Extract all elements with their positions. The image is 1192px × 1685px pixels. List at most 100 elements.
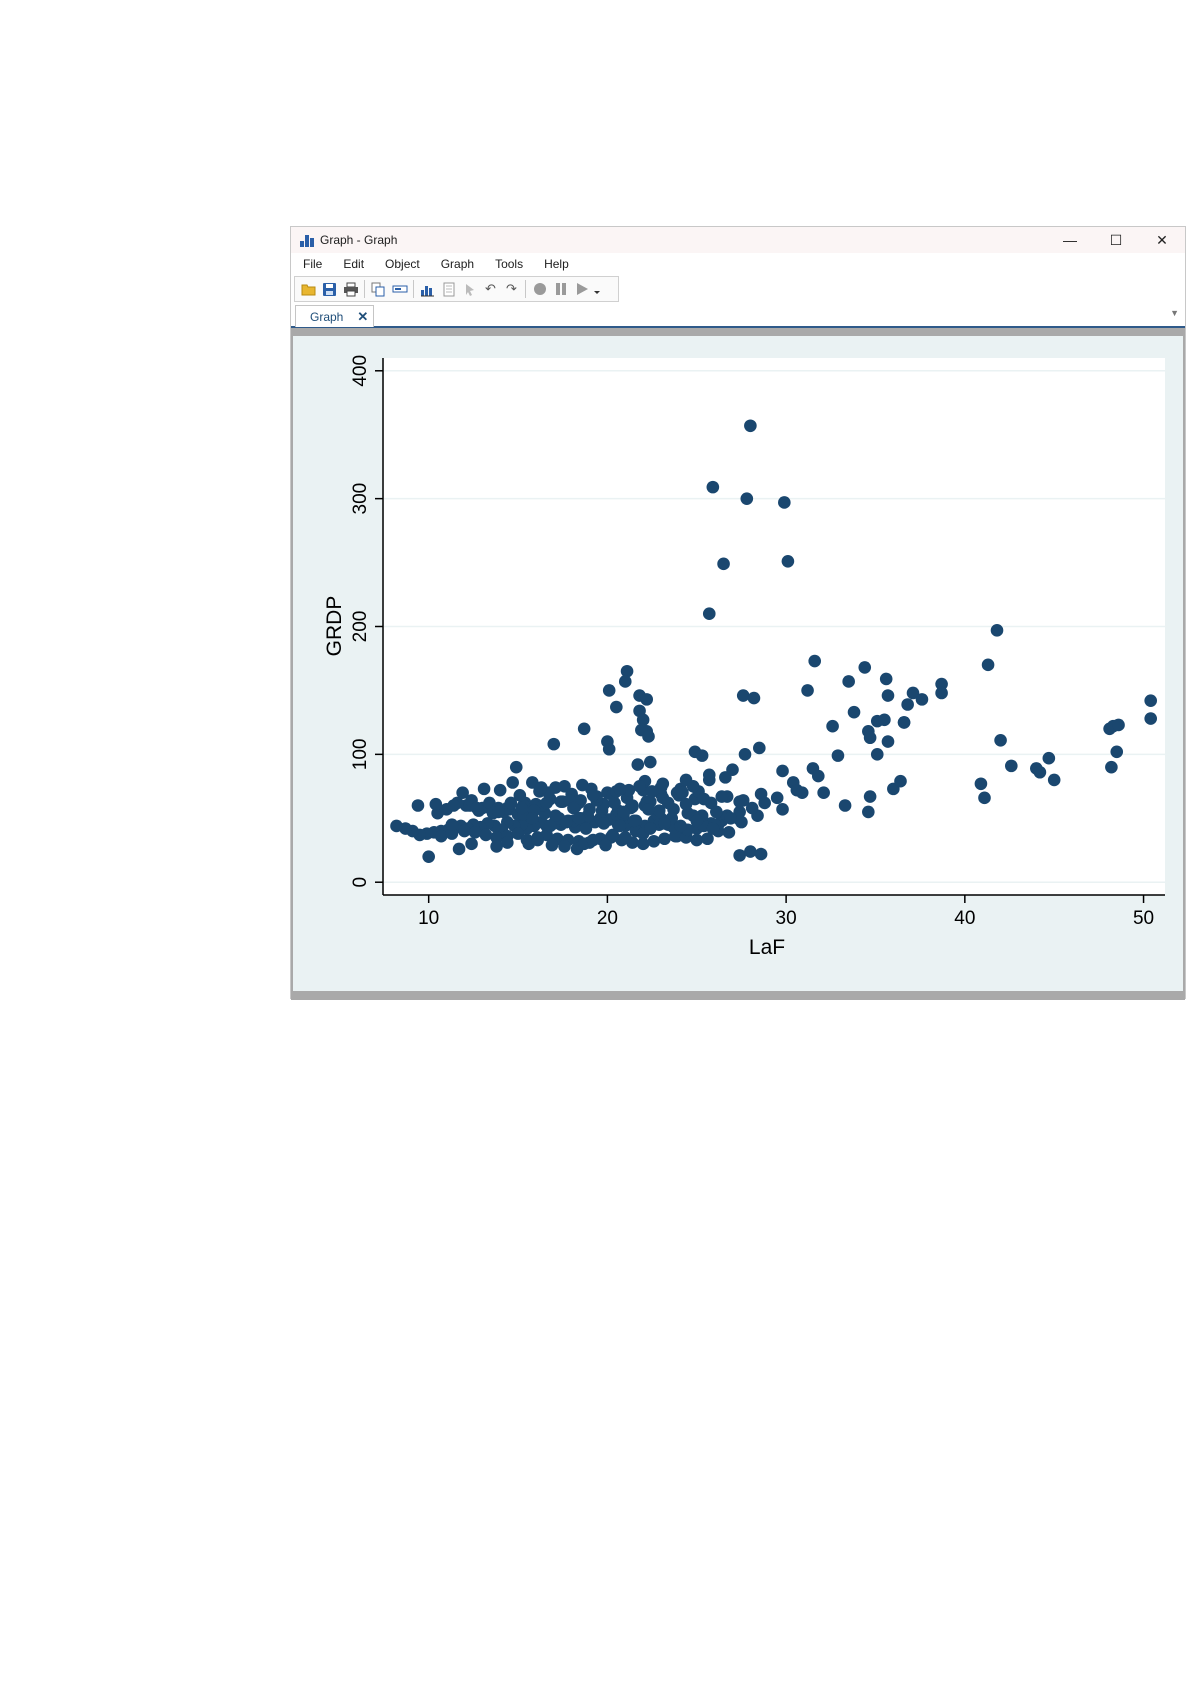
graph-editor-icon[interactable] (417, 279, 438, 299)
scatter-point (633, 780, 646, 793)
scatter-point (534, 781, 548, 794)
scatter-point (445, 818, 459, 831)
scatter-point (547, 737, 561, 751)
browse-icon[interactable] (438, 279, 459, 299)
menu-bar: File Edit Object Graph Tools Help (291, 254, 590, 274)
menu-edit[interactable]: Edit (343, 257, 364, 271)
scatter-point (602, 742, 616, 756)
scatter-point (808, 654, 822, 668)
x-tick-label: 10 (418, 908, 439, 929)
scatter-point (695, 749, 709, 762)
record-icon[interactable] (529, 279, 550, 299)
scatter-point (697, 792, 711, 806)
rename-icon[interactable] (389, 279, 410, 299)
scatter-point (452, 842, 466, 856)
scatter-point (674, 819, 687, 833)
y-tick-label: 300 (350, 483, 371, 515)
title-bar[interactable]: Graph - Graph — ☐ ✕ (291, 227, 1185, 253)
y-tick-label: 200 (350, 611, 371, 643)
scatter-point (770, 791, 784, 805)
scatter-point (458, 824, 471, 838)
scatter-point (1112, 718, 1125, 732)
scatter-point (613, 782, 627, 796)
scatter-point (706, 480, 720, 494)
scatter-point (881, 735, 895, 748)
scatter-point (754, 787, 768, 801)
scatter-point (490, 840, 503, 853)
toolbar-separator (413, 280, 414, 298)
scatter-point (470, 801, 484, 815)
scatter-point (1110, 745, 1124, 759)
pause-icon[interactable] (550, 279, 571, 299)
scatter-point (733, 849, 746, 862)
scatter-point (493, 783, 507, 797)
pointer-icon[interactable] (459, 279, 480, 299)
scatter-point (733, 795, 746, 808)
scatter-point (586, 788, 600, 802)
scatter-point (901, 698, 914, 711)
scatter-point (744, 845, 757, 858)
close-button[interactable]: ✕ (1139, 227, 1185, 253)
scatter-point (610, 700, 623, 714)
toolbar-separator (364, 280, 365, 298)
scatter-point (842, 675, 855, 688)
scatter-point (586, 833, 600, 847)
scatter-point (576, 778, 589, 792)
chevron-down-icon[interactable]: ▼ (1170, 308, 1179, 318)
scatter-point (1105, 760, 1118, 774)
scatter-point (656, 777, 670, 791)
x-axis-title: LaF (749, 936, 785, 959)
scatter-point (1005, 759, 1018, 773)
print-icon[interactable] (340, 279, 361, 299)
tab-graph-label: Graph (310, 309, 344, 324)
scatter-point (515, 801, 528, 815)
scatter-point (506, 776, 519, 789)
scatter-point (479, 828, 493, 842)
scatter-point (597, 817, 611, 830)
scatter-point (817, 786, 830, 800)
scatter-point (640, 693, 654, 706)
scatter-point (434, 829, 448, 843)
scatter-point (747, 691, 761, 705)
scatter-point (572, 811, 586, 825)
scatter-point (661, 796, 675, 810)
menu-object[interactable]: Object (385, 257, 420, 271)
minimize-button[interactable]: — (1047, 227, 1093, 253)
undo-icon[interactable]: ↶ (480, 279, 501, 299)
menu-graph[interactable]: Graph (441, 257, 474, 271)
window-title: Graph - Graph (320, 233, 398, 247)
scatter-point (645, 785, 659, 798)
tab-graph[interactable]: Graph ✕ (295, 305, 374, 327)
graph-window: Graph - Graph — ☐ ✕ File Edit Object Gra… (290, 226, 1186, 1000)
scatter-point (897, 716, 911, 729)
scatter-point (643, 822, 657, 835)
scatter-point (778, 496, 791, 509)
scatter-point (715, 790, 729, 803)
scatter-point (543, 819, 557, 833)
menu-help[interactable]: Help (544, 257, 569, 271)
scatter-point (492, 805, 505, 819)
scatter-point (617, 805, 630, 819)
menu-file[interactable]: File (303, 257, 322, 271)
close-icon[interactable]: ✕ (357, 309, 368, 325)
save-icon[interactable] (319, 279, 340, 299)
scatter-point (870, 748, 884, 761)
scatter-point (642, 730, 655, 743)
dropdown-icon[interactable] (592, 279, 602, 299)
maximize-button[interactable]: ☐ (1093, 227, 1139, 253)
menu-tools[interactable]: Tools (495, 257, 523, 271)
redo-icon[interactable]: ↷ (501, 279, 522, 299)
toolbar-separator (525, 280, 526, 298)
scatter-point (702, 607, 716, 621)
scatter-point (577, 722, 591, 736)
open-icon[interactable] (298, 279, 319, 299)
play-icon[interactable] (571, 279, 592, 299)
scatter-point (477, 782, 491, 796)
tab-bar: Graph ✕ ▼ (291, 304, 1185, 328)
scatter-point (658, 817, 671, 830)
scatter-point (618, 831, 632, 844)
scatter-point (429, 797, 443, 811)
scatter-point (726, 763, 739, 776)
scatter-point (710, 805, 723, 819)
copy-icon[interactable] (368, 279, 389, 299)
